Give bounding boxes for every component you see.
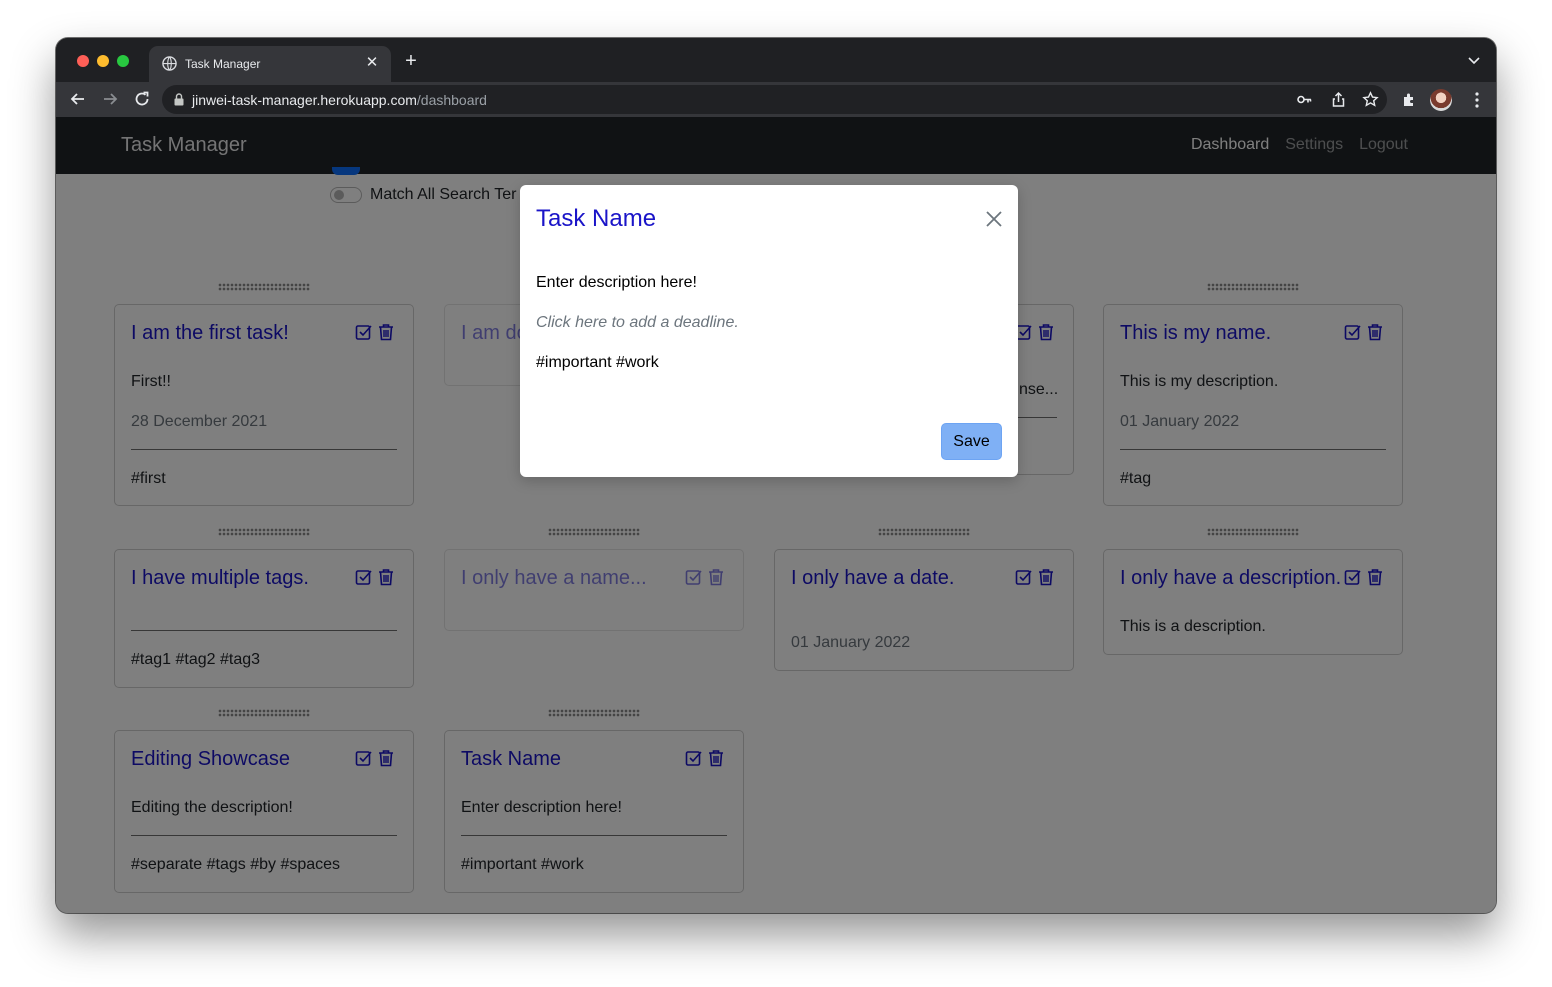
address-bar[interactable]: jinwei-task-manager.herokuapp.com/dashbo…	[162, 85, 1387, 114]
save-button[interactable]: Save	[941, 423, 1002, 460]
lock-icon[interactable]	[174, 93, 184, 106]
browser-menu-icon[interactable]	[1475, 92, 1479, 108]
url-path: /dashboard	[416, 92, 487, 108]
browser-tab[interactable]: Task Manager ✕	[149, 46, 391, 82]
forward-icon[interactable]	[101, 90, 119, 108]
tab-title: Task Manager	[185, 57, 261, 71]
page-content: Task Manager Dashboard Settings Logout M…	[56, 117, 1496, 913]
share-icon[interactable]	[1330, 91, 1347, 108]
modal-tags[interactable]: #important #work	[536, 354, 659, 372]
extensions-icon[interactable]	[1401, 91, 1418, 108]
globe-icon	[162, 56, 177, 71]
close-icon[interactable]	[984, 209, 1004, 229]
tab-strip: Task Manager ✕ +	[56, 38, 1496, 82]
maximize-window-button[interactable]	[117, 55, 129, 67]
desktop: Task Manager ✕ + jinwei-task-manager.her…	[0, 0, 1552, 987]
bookmark-star-icon[interactable]	[1362, 91, 1379, 108]
profile-avatar[interactable]	[1430, 89, 1452, 111]
modal-description[interactable]: Enter description here!	[536, 274, 697, 292]
minimize-window-button[interactable]	[97, 55, 109, 67]
modal-title[interactable]: Task Name	[536, 205, 656, 233]
task-edit-modal: Task Name Enter description here! Click …	[520, 185, 1018, 477]
tab-search-icon[interactable]	[1468, 56, 1480, 66]
close-window-button[interactable]	[77, 55, 89, 67]
new-tab-button[interactable]: +	[402, 51, 420, 71]
browser-window: Task Manager ✕ + jinwei-task-manager.her…	[56, 38, 1496, 913]
reload-icon[interactable]	[133, 90, 151, 108]
browser-toolbar: jinwei-task-manager.herokuapp.com/dashbo…	[56, 82, 1496, 117]
url-text: jinwei-task-manager.herokuapp.com/dashbo…	[192, 92, 487, 108]
url-host: jinwei-task-manager.herokuapp.com	[192, 92, 417, 108]
modal-deadline[interactable]: Click here to add a deadline.	[536, 314, 739, 332]
back-icon[interactable]	[69, 90, 87, 108]
close-tab-icon[interactable]: ✕	[363, 54, 381, 72]
key-icon[interactable]	[1296, 91, 1313, 108]
